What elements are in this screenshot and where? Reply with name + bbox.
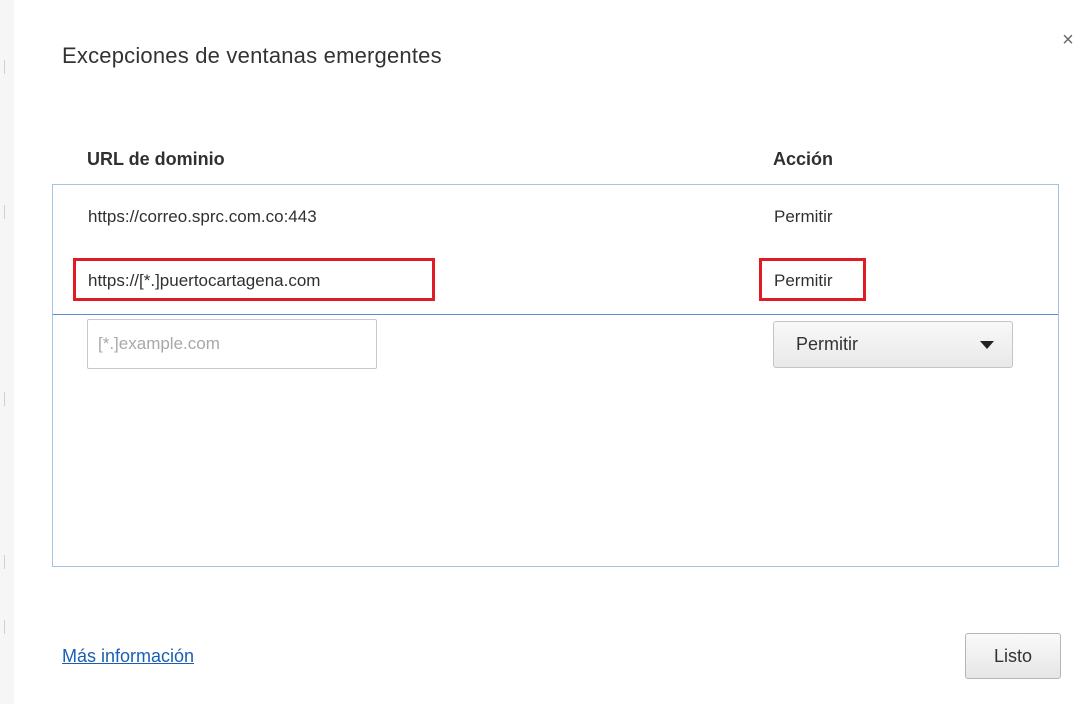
table-row[interactable]: https://correo.sprc.com.co:443 Permitir <box>53 193 1058 243</box>
row-url: https://[*.]puertocartagena.com <box>88 271 321 290</box>
table-row[interactable]: https://[*.]puertocartagena.com Permitir <box>53 258 1058 315</box>
chevron-down-icon <box>980 341 994 349</box>
background-glyph <box>4 620 10 634</box>
background-glyph <box>4 555 10 569</box>
close-button[interactable]: × <box>1058 30 1078 50</box>
background-glyph <box>4 392 10 406</box>
done-button[interactable]: Listo <box>965 633 1061 679</box>
row-action: Permitir <box>774 207 833 226</box>
action-dropdown-value: Permitir <box>796 334 858 354</box>
more-info-link[interactable]: Más información <box>62 646 194 667</box>
row-action: Permitir <box>774 271 833 290</box>
row-url: https://correo.sprc.com.co:443 <box>88 207 317 226</box>
background-page-strip <box>0 0 15 704</box>
background-glyph <box>4 60 10 74</box>
close-icon: × <box>1062 29 1074 51</box>
background-glyph <box>4 205 10 219</box>
column-header-action: Acción <box>773 149 834 169</box>
dialog-title: Excepciones de ventanas emergentes <box>62 43 442 68</box>
new-domain-input[interactable] <box>87 319 377 369</box>
action-dropdown[interactable]: Permitir <box>773 321 1013 368</box>
exceptions-list[interactable]: https://correo.sprc.com.co:443 Permitir … <box>52 184 1059 567</box>
column-header-url: URL de dominio <box>87 149 225 169</box>
